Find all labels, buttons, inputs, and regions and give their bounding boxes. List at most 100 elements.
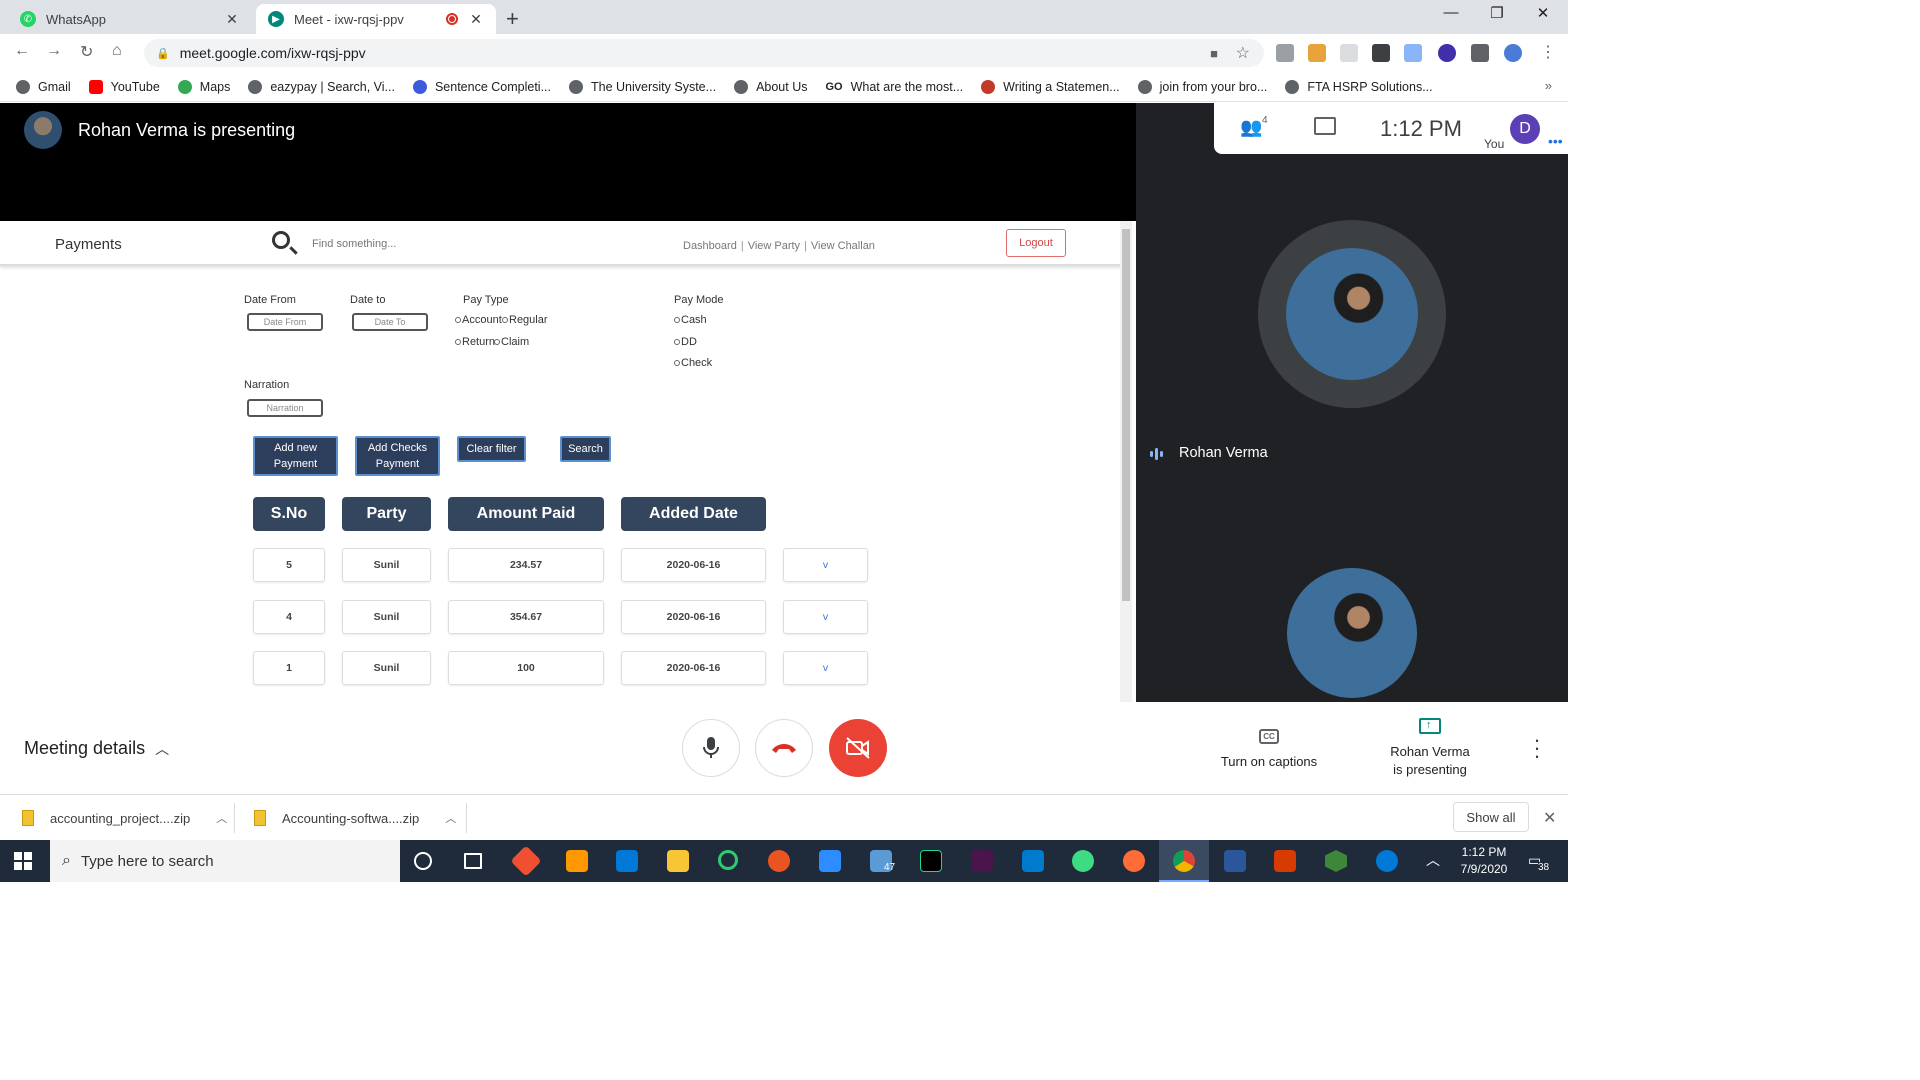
more-options-icon[interactable]: ••• <box>1548 133 1563 149</box>
scrollbar[interactable] <box>1120 221 1132 702</box>
folder-icon[interactable] <box>667 850 689 872</box>
pay-mode-cash-radio[interactable]: Cash <box>674 314 707 326</box>
view-row-button[interactable]: v <box>783 600 868 634</box>
taskbar-search[interactable]: ⌕ Type here to search <box>50 840 400 882</box>
system-clock[interactable]: 1:12 PM 7/9/2020 <box>1448 844 1520 878</box>
nav-view-challan[interactable]: View Challan <box>811 240 875 252</box>
pycharm-icon[interactable] <box>920 850 942 872</box>
node-icon[interactable] <box>1325 850 1347 872</box>
edge-icon[interactable] <box>1376 850 1398 872</box>
vscode-icon[interactable] <box>1022 850 1044 872</box>
android-studio-icon[interactable] <box>1072 850 1094 872</box>
date-to-field[interactable]: Date To <box>352 313 428 331</box>
people-icon[interactable]: 👥 <box>1240 117 1262 138</box>
pay-type-account-radio[interactable]: Account <box>455 314 502 326</box>
narration-field[interactable]: Narration <box>247 399 323 417</box>
view-row-button[interactable]: v <box>783 548 868 582</box>
forward-button[interactable]: → <box>46 42 62 60</box>
search-button[interactable]: Search <box>560 436 611 462</box>
logout-button[interactable]: Logout <box>1006 229 1066 257</box>
bookmark-what-are[interactable]: GO What are the most... <box>825 80 963 94</box>
camera-icon[interactable]: ■ <box>1210 46 1218 61</box>
bookmark-youtube[interactable]: YouTube <box>88 79 160 94</box>
office-icon[interactable] <box>1274 850 1296 872</box>
extension-icon[interactable] <box>1308 44 1326 62</box>
restore-button[interactable]: ❐ <box>1474 4 1520 22</box>
more-options-icon[interactable]: · · · <box>1531 729 1543 767</box>
menu-icon[interactable]: ⋮ <box>1540 42 1556 62</box>
clear-filter-button[interactable]: Clear filter <box>457 436 526 462</box>
bookmark-fta[interactable]: FTA HSRP Solutions... <box>1285 79 1433 94</box>
close-tab-icon[interactable]: ✕ <box>468 11 484 28</box>
show-all-button[interactable]: Show all <box>1453 802 1529 832</box>
avatar[interactable]: D <box>1510 114 1540 144</box>
windows-start-icon[interactable] <box>14 852 32 870</box>
bookmark-eazypay[interactable]: eazypay | Search, Vi... <box>248 79 395 94</box>
close-tab-icon[interactable]: ✕ <box>224 11 240 28</box>
meeting-details-button[interactable]: Meeting details ︿ <box>24 738 169 759</box>
bookmark-writing[interactable]: Writing a Statemen... <box>981 79 1120 94</box>
slack-icon[interactable] <box>971 850 993 872</box>
pay-type-claim-radio[interactable]: Claim <box>494 336 529 348</box>
bookmark-sentence[interactable]: Sentence Completi... <box>412 79 551 94</box>
pay-mode-dd-radio[interactable]: DD <box>674 336 697 348</box>
pay-type-regular-radio[interactable]: Regular <box>502 314 548 326</box>
view-row-button[interactable]: v <box>783 651 868 685</box>
hang-up-button[interactable] <box>755 719 813 777</box>
nav-view-party[interactable]: View Party <box>748 240 800 252</box>
bookmark-star-icon[interactable]: ☆ <box>1236 43 1250 63</box>
extension-icon[interactable] <box>1276 44 1294 62</box>
extension-icon[interactable] <box>1340 44 1358 62</box>
bookmark-university[interactable]: The University Syste... <box>569 79 716 94</box>
download-item[interactable]: Accounting-softwa....zip ︿ <box>254 795 456 841</box>
sublime-icon[interactable] <box>566 850 588 872</box>
back-button[interactable]: ← <box>14 42 30 60</box>
git-icon[interactable] <box>510 845 542 877</box>
zoom-icon[interactable] <box>819 850 841 872</box>
add-checks-payment-button[interactable]: Add Checks Payment <box>355 436 440 476</box>
tab-meet[interactable]: ▶ Meet - ixw-rqsj-ppv ✕ <box>256 4 496 34</box>
taskbar-chrome[interactable] <box>1159 840 1209 882</box>
captions-button[interactable]: CC Turn on captions <box>1210 727 1328 769</box>
more-bookmarks-icon[interactable]: » <box>1545 78 1552 93</box>
bookmark-join[interactable]: join from your bro... <box>1137 79 1267 94</box>
scrollbar-thumb[interactable] <box>1122 229 1130 601</box>
tab-whatsapp[interactable]: ✆ WhatsApp ✕ <box>8 4 252 34</box>
chevron-up-icon[interactable]: ︿ <box>216 810 227 826</box>
pay-type-return-radio[interactable]: Return <box>455 336 495 348</box>
presenting-button[interactable]: Rohan Verma is presenting <box>1376 716 1484 779</box>
chat-icon[interactable] <box>1314 117 1336 135</box>
puzzle-icon[interactable] <box>1471 44 1489 62</box>
bookmark-maps[interactable]: Maps <box>177 79 230 94</box>
microphone-button[interactable] <box>682 719 740 777</box>
camera-off-button[interactable] <box>829 719 887 777</box>
home-button[interactable]: ⌂ <box>112 42 122 60</box>
close-icon[interactable]: ✕ <box>1543 808 1556 828</box>
profile-avatar[interactable] <box>1504 44 1522 62</box>
store-icon[interactable] <box>616 850 638 872</box>
postman-icon[interactable] <box>1123 850 1145 872</box>
minimize-button[interactable]: — <box>1428 4 1474 21</box>
chevron-up-icon[interactable]: ︿ <box>445 810 456 826</box>
new-tab-button[interactable]: + <box>506 6 519 32</box>
download-item[interactable]: accounting_project....zip ︿ <box>22 795 227 841</box>
add-new-payment-button[interactable]: Add new Payment <box>253 436 338 476</box>
address-bar[interactable]: 🔒 meet.google.com/ixw-rqsj-ppv ■ ☆ <box>144 39 1264 67</box>
word-icon[interactable] <box>1224 850 1246 872</box>
nav-dashboard[interactable]: Dashboard <box>683 240 737 252</box>
reload-button[interactable]: ↻ <box>80 42 93 62</box>
cortana-icon[interactable] <box>414 852 432 870</box>
chevron-up-icon[interactable]: ︿ <box>1426 850 1440 870</box>
extension-icon[interactable] <box>1404 44 1422 62</box>
extension-icon[interactable] <box>1438 44 1456 62</box>
bookmark-about-us[interactable]: About Us <box>734 79 807 94</box>
extension-icon[interactable] <box>1372 44 1390 62</box>
ubuntu-icon[interactable] <box>768 850 790 872</box>
pay-mode-check-radio[interactable]: Check <box>674 357 712 369</box>
bookmark-gmail[interactable]: Gmail <box>16 79 71 94</box>
task-view-icon[interactable] <box>464 853 482 869</box>
date-from-field[interactable]: Date From <box>247 313 323 331</box>
app-icon[interactable] <box>718 850 738 870</box>
close-window-button[interactable]: ✕ <box>1520 4 1566 22</box>
search-input[interactable] <box>312 238 492 250</box>
